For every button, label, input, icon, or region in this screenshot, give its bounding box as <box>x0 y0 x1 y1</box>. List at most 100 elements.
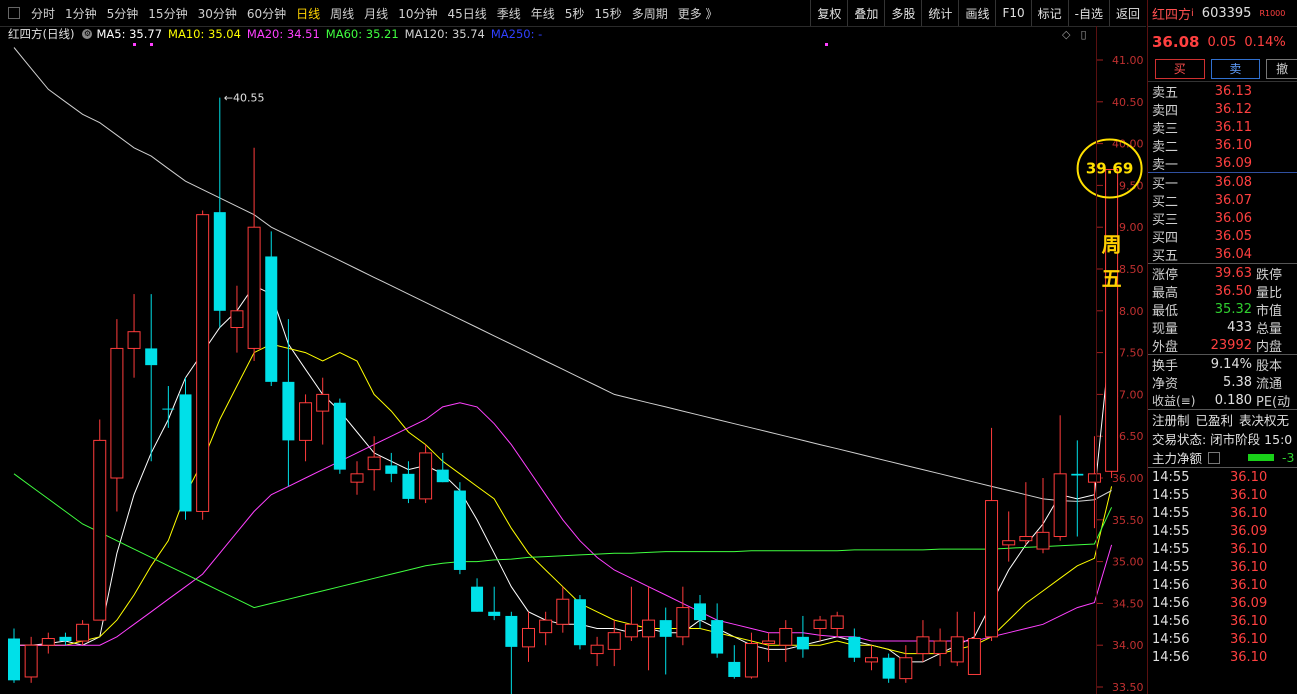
period-tab[interactable]: 5分钟 <box>102 5 144 22</box>
settings-icon[interactable]: ⚙ <box>82 29 93 39</box>
period-tab[interactable]: 年线 <box>526 5 560 22</box>
stock-header: 红四方 i 603395 R1000 <box>1148 0 1297 27</box>
index-tag: R1000 <box>1259 8 1286 18</box>
candle-body-up <box>676 607 690 638</box>
tick-row: 14:56 36.10 <box>1148 612 1297 630</box>
candle-body-down <box>8 638 20 681</box>
tool-button[interactable]: 复权 <box>810 0 847 26</box>
candle-body-down <box>573 599 586 646</box>
period-tab[interactable]: 15分钟 <box>143 5 192 22</box>
book-row[interactable]: 卖五 36.13 <box>1148 82 1297 101</box>
period-tab[interactable]: 10分钟 <box>393 5 442 22</box>
marker-dot <box>133 43 136 46</box>
stat-row: 换手 9.14% 股本 <box>1148 355 1297 374</box>
period-tab[interactable]: 更多 》 <box>673 5 723 22</box>
tick-row: 14:56 36.10 <box>1148 576 1297 594</box>
ma-label: MA250: - <box>490 27 543 41</box>
book-price: 36.09 <box>1214 155 1252 171</box>
diamond-icon[interactable]: ◇ <box>1062 28 1070 41</box>
stats-block: 涨停 39.63 跌停 最高 36.50 量比 最低 35.32 市值 现量 433 总量 外盘 2399… <box>1148 264 1297 355</box>
stat-row: 涨停 39.63 跌停 <box>1148 264 1297 283</box>
tool-button[interactable]: 统计 <box>921 0 958 26</box>
tick-time: 14:55 <box>1152 559 1190 575</box>
period-tab[interactable]: 15秒 <box>589 5 626 22</box>
period-tab[interactable]: 月线 <box>359 5 393 22</box>
candle-body-down <box>882 657 895 679</box>
sell-button[interactable]: 卖 <box>1210 59 1261 79</box>
candle-body-up <box>967 638 981 675</box>
book-price: 36.05 <box>1214 228 1252 244</box>
tool-button[interactable]: 叠加 <box>847 0 884 26</box>
period-tab[interactable]: 多周期 <box>627 5 673 22</box>
window-icon[interactable]: ▯ <box>1080 28 1086 41</box>
candlestick-chart[interactable]: 41.0040.5040.0039.5039.0038.5038.0037.50… <box>0 42 1146 694</box>
buy-button[interactable]: 买 <box>1155 59 1205 79</box>
candle-body-up <box>196 214 210 512</box>
candle-body-up <box>299 402 313 441</box>
cancel-button[interactable]: 撤 <box>1266 59 1297 79</box>
candle-body-down <box>436 469 449 483</box>
book-label: 卖四 <box>1152 103 1179 119</box>
book-row[interactable]: 买二 36.07 <box>1148 191 1297 210</box>
tool-button[interactable]: 返回 <box>1108 0 1146 26</box>
stat-right-label: 流通 <box>1256 376 1283 392</box>
book-row[interactable]: 卖二 36.10 <box>1148 136 1297 155</box>
book-row[interactable]: 卖一 36.09 <box>1148 154 1297 173</box>
highlight-value: 39.69 <box>1086 160 1133 178</box>
book-row[interactable]: 买三 36.06 <box>1148 209 1297 228</box>
book-row[interactable]: 卖四 36.12 <box>1148 100 1297 119</box>
tool-button[interactable]: 画线 <box>958 0 995 26</box>
period-tab[interactable]: 分时 <box>26 5 60 22</box>
tick-time: 14:55 <box>1152 541 1190 557</box>
trade-status: 交易状态: 闭市阶段 15:0 <box>1152 432 1293 447</box>
book-label: 买四 <box>1152 230 1179 246</box>
book-row[interactable]: 买五 36.04 <box>1148 245 1297 264</box>
candle-body-down <box>711 620 724 654</box>
tool-button[interactable]: 标记 <box>1030 0 1068 26</box>
period-tab[interactable]: 季线 <box>492 5 526 22</box>
candle-body-down <box>728 661 741 677</box>
panel-toggle-icon[interactable] <box>8 7 20 19</box>
period-toolbar: 分时 1分钟 5分钟 15分钟 30分钟 60分钟 日线 周线 月线 10分钟 45日线 季线 年线 5秒… <box>0 0 1146 27</box>
period-tab[interactable]: 30分钟 <box>193 5 242 22</box>
tool-button[interactable]: F10 <box>995 0 1030 26</box>
tick-price: 36.10 <box>1230 505 1268 521</box>
period-tab[interactable]: 60分钟 <box>242 5 291 22</box>
period-tab[interactable]: 周线 <box>325 5 359 22</box>
candle-body-up <box>1087 473 1101 483</box>
price-change: 0.05 <box>1207 34 1237 50</box>
period-tab[interactable]: 5秒 <box>560 5 590 22</box>
book-row[interactable]: 卖三 36.11 <box>1148 118 1297 137</box>
price-change-pct: 0.14% <box>1244 34 1286 50</box>
tool-button[interactable]: -自选 <box>1067 0 1109 26</box>
book-row[interactable]: 买一 36.08 <box>1148 173 1297 192</box>
book-row[interactable]: 买四 36.05 <box>1148 227 1297 246</box>
candle-body-down <box>265 256 278 382</box>
stat-label: 涨停 <box>1152 267 1179 283</box>
stat-label: 净资 <box>1152 376 1179 392</box>
candle-body-up <box>93 439 107 621</box>
y-tick-label: 34.00 <box>1112 639 1144 652</box>
book-price: 36.11 <box>1214 119 1252 135</box>
y-tick-label: 33.50 <box>1112 681 1144 694</box>
stat-right-label: 内盘 <box>1256 339 1283 355</box>
candle-body-down <box>402 473 415 499</box>
stat-label: 现量 <box>1152 321 1179 337</box>
stat-right-label: PE(动 <box>1256 394 1291 410</box>
stat-value: 433 <box>1227 319 1252 335</box>
stat-value: 39.63 <box>1214 265 1252 281</box>
period-tab[interactable]: 日线 <box>291 5 325 22</box>
tool-button[interactable]: 多股 <box>884 0 921 26</box>
friday-annotation-char: 五 <box>1102 267 1122 291</box>
y-tick-label: 41.00 <box>1112 54 1144 67</box>
candle-body-up <box>522 627 535 648</box>
tick-price: 36.10 <box>1230 469 1268 485</box>
quote-panel: 红四方 i 603395 R1000 36.08 0.05 0.14% 买 卖 … <box>1147 0 1297 694</box>
stat-value: 35.32 <box>1214 301 1252 317</box>
period-tab[interactable]: 1分钟 <box>60 5 102 22</box>
tick-time: 14:56 <box>1152 577 1190 593</box>
period-tab[interactable]: 45日线 <box>442 5 491 22</box>
tick-price: 36.10 <box>1230 559 1268 575</box>
book-label: 卖二 <box>1152 139 1179 155</box>
menu-icon[interactable] <box>1208 451 1221 464</box>
